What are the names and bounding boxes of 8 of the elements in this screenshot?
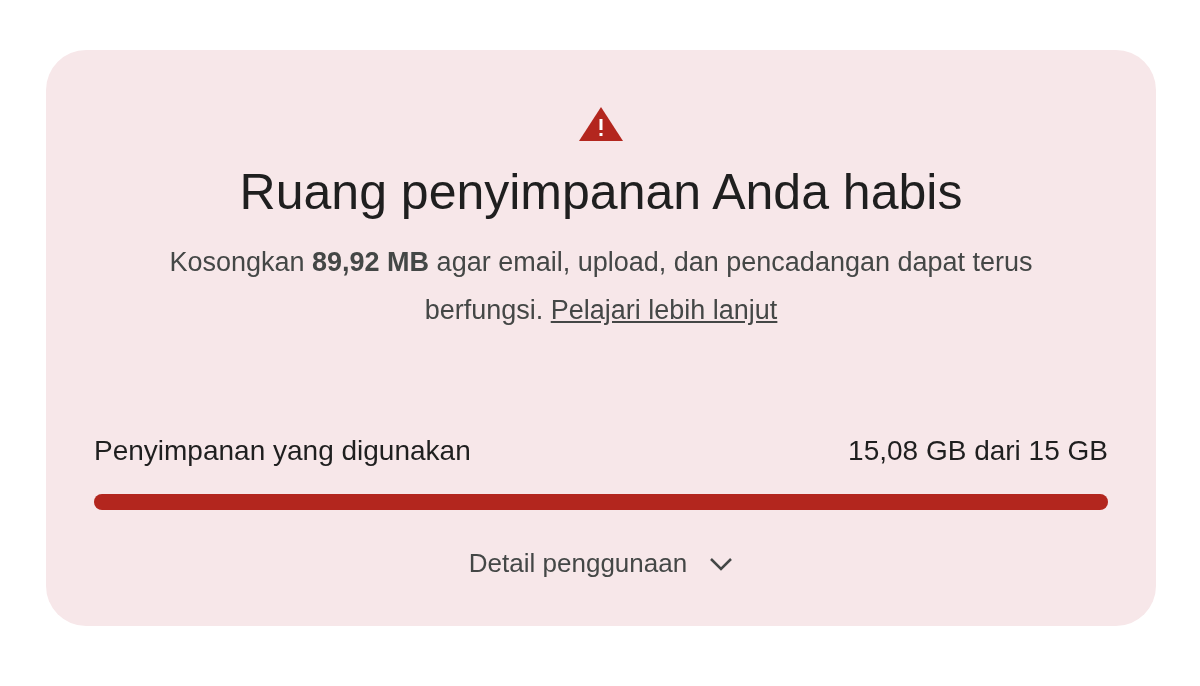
details-toggle[interactable]: Detail penggunaan — [468, 544, 734, 583]
alert-message: Kosongkan 89,92 MB agar email, upload, dan pencadangan dapat terus berfungsi. Pelajari lebih lanjut — [168, 246, 1034, 327]
storage-reading: 15,08 GB dari 15 GB — [848, 434, 1108, 468]
learn-more-link[interactable]: Pelajari lebih lanjut — [550, 295, 778, 325]
chevron-icon — [709, 556, 734, 571]
storage-label: Penyimpanan yang digunakan — [94, 434, 471, 468]
warning-icon — [578, 106, 624, 142]
alert-title: Ruang penyimpanan Anda habis — [239, 163, 963, 222]
